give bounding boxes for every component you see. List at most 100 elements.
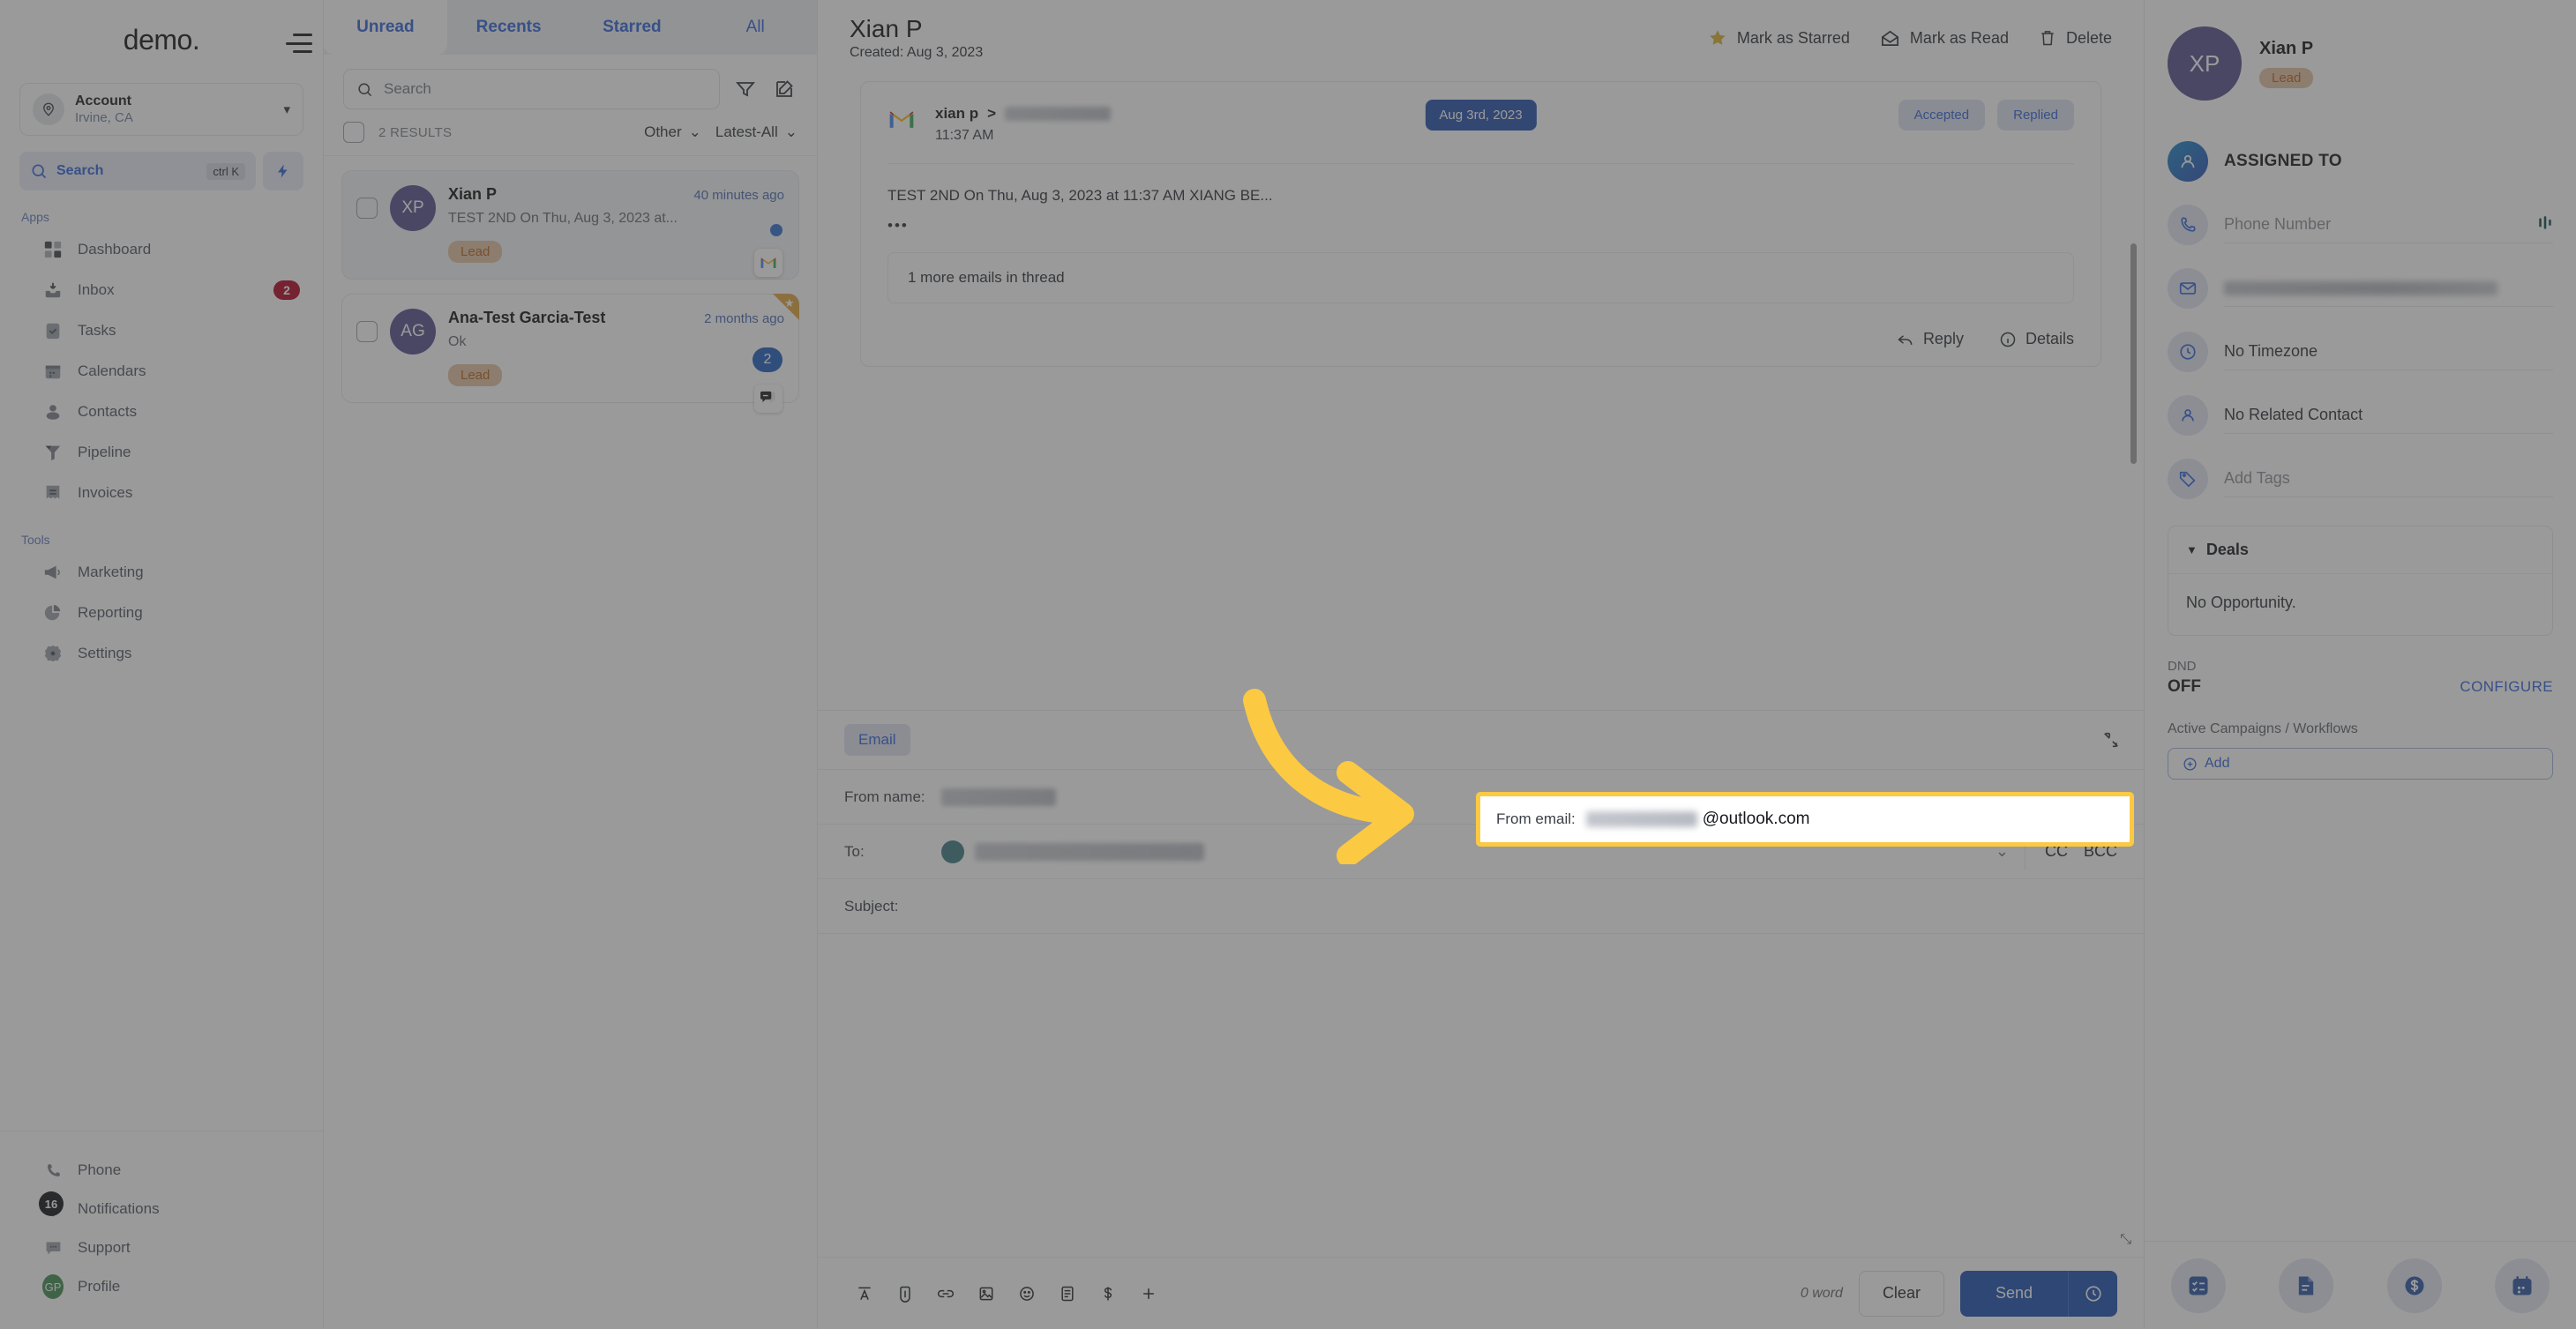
tab-recents[interactable]: Recents	[447, 0, 571, 55]
emoji-smiley-icon[interactable]	[1007, 1273, 1047, 1314]
sidebar-item-profile[interactable]: GP Profile	[0, 1267, 323, 1306]
resize-handle-icon[interactable]: ⤡	[2120, 1232, 2131, 1248]
reply-button[interactable]: Reply	[1897, 330, 1964, 348]
sidebar-item-inbox[interactable]: Inbox 2	[0, 270, 323, 310]
word-count: 0 word	[1800, 1285, 1843, 1301]
composer-body-editor[interactable]: ⤡	[818, 933, 2144, 1257]
search-row: Search ctrl K	[19, 152, 303, 190]
appointments-calendar-icon[interactable]	[2494, 1258, 2550, 1313]
clear-button[interactable]: Clear	[1858, 1270, 1944, 1317]
chevron-down-icon: ⌄	[688, 123, 701, 140]
phone-icon	[42, 1160, 64, 1181]
details-button[interactable]: Details	[1999, 330, 2074, 348]
from-email-field-highlight[interactable]: From email: @outlook.com	[1476, 792, 2134, 847]
plus-more-icon[interactable]	[1128, 1273, 1169, 1314]
contact-detail-panel: XP Xian P Lead ASSIGNED TO Phone Number	[2144, 0, 2576, 1329]
row-checkbox[interactable]	[356, 198, 378, 219]
trash-icon	[2041, 31, 2054, 46]
mark-as-read-button[interactable]: Mark as Read	[1880, 28, 2009, 49]
dnd-value: OFF	[2168, 677, 2201, 696]
tags-row[interactable]: Add Tags	[2168, 459, 2553, 499]
sidebar-item-label: Reporting	[78, 604, 143, 621]
sidebar-item-tasks[interactable]: Tasks	[0, 310, 323, 351]
composer-actions: 0 word Clear Send	[1800, 1270, 2117, 1317]
person-icon	[2168, 395, 2208, 436]
image-icon[interactable]	[966, 1273, 1007, 1314]
tab-starred[interactable]: Starred	[571, 0, 694, 55]
header-actions: Mark as Starred Mark as Read Delete	[1708, 28, 2112, 49]
timezone-value[interactable]: No Timezone	[2224, 333, 2553, 370]
email-field[interactable]	[2224, 270, 2553, 307]
clock-schedule-icon[interactable]	[2068, 1270, 2117, 1317]
assigned-to-row[interactable]: ASSIGNED TO	[2168, 141, 2553, 182]
sidebar-item-settings[interactable]: Settings	[0, 633, 323, 674]
timezone-row[interactable]: No Timezone	[2168, 332, 2553, 372]
contact-name: Xian P	[448, 185, 498, 203]
status-badge: Lead	[2259, 68, 2314, 88]
status-badge: Lead	[448, 241, 503, 263]
thread-more-button[interactable]: 1 more emails in thread	[887, 252, 2074, 303]
search-input[interactable]	[384, 80, 707, 98]
sender-arrow: >	[987, 105, 997, 122]
notes-document-icon[interactable]	[2279, 1258, 2334, 1313]
tab-all[interactable]: All	[693, 0, 817, 55]
text-format-icon[interactable]	[844, 1273, 885, 1314]
account-switcher[interactable]: Account Irvine, CA ▾	[19, 83, 303, 136]
link-icon[interactable]	[925, 1273, 966, 1314]
signal-bars-icon[interactable]	[2537, 214, 2553, 235]
expand-ellipsis-icon[interactable]: •••	[887, 217, 2074, 235]
sidebar-item-notifications[interactable]: 16 Notifications	[0, 1190, 323, 1228]
sidebar-item-support[interactable]: Support	[0, 1228, 323, 1267]
subject-label: Subject:	[844, 897, 899, 915]
select-all-checkbox[interactable]	[343, 122, 364, 143]
tab-email[interactable]: Email	[844, 724, 910, 756]
tasks-checklist-icon[interactable]	[2171, 1258, 2227, 1313]
payments-dollar-icon[interactable]	[2386, 1258, 2442, 1313]
add-tags-field[interactable]: Add Tags	[2224, 460, 2553, 497]
email-row[interactable]	[2168, 268, 2553, 309]
info-circle-icon	[2000, 332, 2016, 347]
list-item[interactable]: XP Xian P 40 minutes ago TEST 2ND On Thu…	[341, 170, 799, 280]
dollar-payment-icon[interactable]	[1088, 1273, 1128, 1314]
sidebar-item-label: Calendars	[78, 362, 146, 379]
tab-unread[interactable]: Unread	[324, 0, 447, 55]
sidebar-item-phone[interactable]: Phone	[0, 1151, 323, 1190]
subject-field[interactable]: Subject:	[818, 878, 2144, 933]
add-campaign-button[interactable]: Add	[2168, 748, 2553, 780]
sidebar-item-dashboard[interactable]: Dashboard	[0, 229, 323, 270]
sort-order-dropdown[interactable]: Latest-All ⌄	[715, 123, 798, 141]
sidebar-item-calendars[interactable]: Calendars	[0, 351, 323, 392]
thread-scrollbar[interactable]	[2130, 243, 2137, 464]
send-button-group: Send	[1959, 1270, 2117, 1317]
configure-link[interactable]: CONFIGURE	[2460, 678, 2553, 696]
attachment-paperclip-icon[interactable]	[885, 1273, 925, 1314]
phone-number-row[interactable]: Phone Number	[2168, 205, 2553, 245]
sidebar-item-marketing[interactable]: Marketing	[0, 552, 323, 593]
row-checkbox[interactable]	[356, 321, 378, 342]
hamburger-menu-icon[interactable]	[282, 34, 312, 53]
deals-header[interactable]: ▼ Deals	[2168, 526, 2552, 574]
sort-type-dropdown[interactable]: Other ⌄	[644, 123, 701, 141]
add-label: Add	[2205, 756, 2230, 771]
send-button[interactable]: Send	[1959, 1270, 2068, 1317]
list-item[interactable]: ★ AG Ana-Test Garcia-Test 2 months ago O…	[341, 294, 799, 413]
mark-as-starred-button[interactable]: Mark as Starred	[1708, 28, 1850, 48]
quick-actions-button[interactable]	[263, 152, 303, 190]
sidebar-item-invoices[interactable]: Invoices	[0, 473, 323, 513]
collapse-diagonal-icon[interactable]	[2101, 730, 2121, 754]
search-input-wrap[interactable]	[343, 69, 720, 109]
delete-button[interactable]: Delete	[2039, 28, 2112, 48]
contact-header: XP Xian P Lead	[2168, 26, 2553, 101]
sidebar-item-contacts[interactable]: Contacts	[0, 392, 323, 432]
megaphone-icon	[42, 562, 64, 583]
filter-funnel-icon[interactable]	[732, 76, 759, 102]
compose-pencil-icon[interactable]	[771, 76, 798, 102]
created-date: Created: Aug 3, 2023	[850, 45, 984, 61]
phone-number-field[interactable]: Phone Number	[2224, 206, 2553, 243]
sidebar-item-reporting[interactable]: Reporting	[0, 593, 323, 633]
related-contact-row[interactable]: No Related Contact	[2168, 395, 2553, 436]
related-contact-value[interactable]: No Related Contact	[2224, 397, 2553, 434]
search-button[interactable]: Search ctrl K	[19, 152, 256, 190]
sidebar-item-pipeline[interactable]: Pipeline	[0, 432, 323, 473]
template-document-icon[interactable]	[1047, 1273, 1088, 1314]
